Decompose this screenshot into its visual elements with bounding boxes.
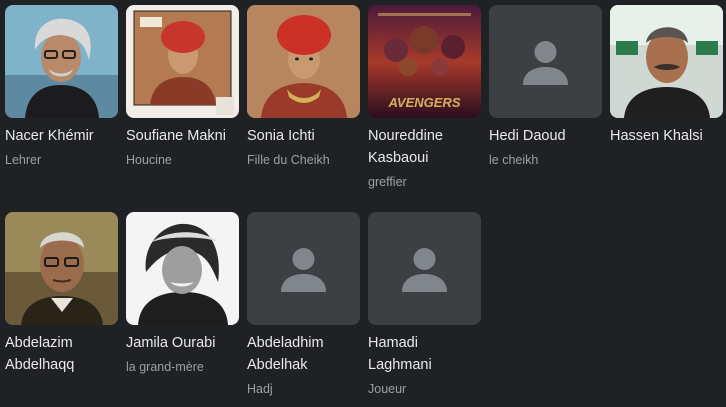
person-placeholder-icon (281, 248, 326, 292)
cast-photo[interactable] (247, 212, 360, 325)
cast-photo[interactable] (489, 5, 602, 118)
cast-card[interactable]: AVENGERS Noureddine Kasbaoui greffier (368, 5, 481, 191)
cast-card[interactable]: Hassen Khalsi (610, 5, 723, 147)
cast-name[interactable]: Nacer Khémir (5, 125, 118, 147)
person-placeholder-icon (402, 248, 447, 292)
cast-name[interactable]: Sonia Ichti (247, 125, 360, 147)
cast-role: Fille du Cheikh (247, 153, 330, 167)
cast-card[interactable]: Soufiane Makni Houcine (126, 5, 239, 169)
person-placeholder-icon (523, 41, 568, 85)
cast-name[interactable]: Hedi Daoud (489, 125, 602, 147)
cast-photo[interactable] (5, 212, 118, 325)
cast-name[interactable]: Hamadi Laghmani (368, 332, 481, 376)
cast-name[interactable]: Abdeladhim Abdelhak (247, 332, 360, 376)
cast-photo[interactable] (610, 5, 723, 118)
cast-name[interactable]: Hassen Khalsi (610, 125, 723, 147)
cast-photo[interactable] (247, 5, 360, 118)
cast-role: le cheikh (489, 153, 539, 167)
cast-photo[interactable] (126, 5, 239, 118)
cast-photo[interactable]: AVENGERS (368, 5, 481, 118)
cast-name[interactable]: Abdelazim Abdelhaqq (5, 332, 118, 376)
cast-card[interactable]: Abdeladhim Abdelhak Hadj (247, 212, 360, 398)
cast-card[interactable]: Sonia Ichti Fille du Cheikh (247, 5, 360, 169)
cast-grid: Nacer Khémir Lehrer Soufiane Makni Houci… (0, 0, 726, 407)
cast-role: Lehrer (5, 153, 42, 167)
poster-title: AVENGERS (388, 95, 461, 110)
cast-card[interactable]: Jamila Ourabi la grand-mère (126, 212, 239, 376)
cast-role: la grand-mère (126, 360, 204, 374)
cast-role: Joueur (368, 382, 407, 396)
cast-card[interactable]: Hedi Daoud le cheikh (489, 5, 602, 169)
cast-photo[interactable] (126, 212, 239, 325)
cast-name[interactable]: Noureddine Kasbaoui (368, 125, 481, 169)
cast-card[interactable]: Abdelazim Abdelhaqq (5, 212, 118, 376)
cast-name[interactable]: Soufiane Makni (126, 125, 239, 147)
cast-photo[interactable] (5, 5, 118, 118)
cast-card[interactable]: Hamadi Laghmani Joueur (368, 212, 481, 398)
cast-card[interactable]: Nacer Khémir Lehrer (5, 5, 118, 169)
cast-photo[interactable] (368, 212, 481, 325)
cast-name[interactable]: Jamila Ourabi (126, 332, 239, 354)
cast-role: Hadj (247, 382, 273, 396)
cast-role: Houcine (126, 153, 172, 167)
cast-role: greffier (368, 175, 407, 189)
